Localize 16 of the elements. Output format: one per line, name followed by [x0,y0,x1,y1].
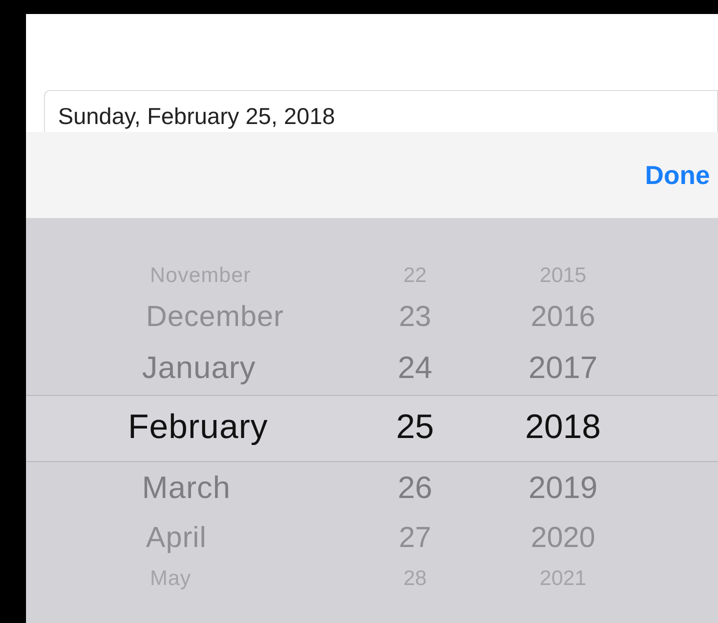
picker-year-option[interactable]: 2018 [525,395,601,460]
done-button[interactable]: Done [643,160,712,190]
picker-day-option[interactable]: 26 [398,460,432,515]
picker-day-option[interactable]: 24 [398,340,432,395]
picker-month-option[interactable]: January [128,340,328,395]
picker-year-option[interactable]: 2020 [530,515,596,561]
picker-year-option[interactable]: 2017 [528,340,598,395]
picker-month-option[interactable]: December [128,294,328,340]
picker-day-option[interactable]: 23 [398,294,432,340]
picker-year-option[interactable]: 2016 [530,294,596,340]
picker-month-option[interactable]: April [128,515,328,561]
picker-day-option[interactable]: 27 [398,515,432,561]
picker-day-option[interactable]: 25 [396,395,434,460]
picker-month-option[interactable]: March [128,460,328,515]
picker-month-option[interactable]: February [128,395,328,460]
picker-year-option[interactable]: 2019 [528,460,598,515]
